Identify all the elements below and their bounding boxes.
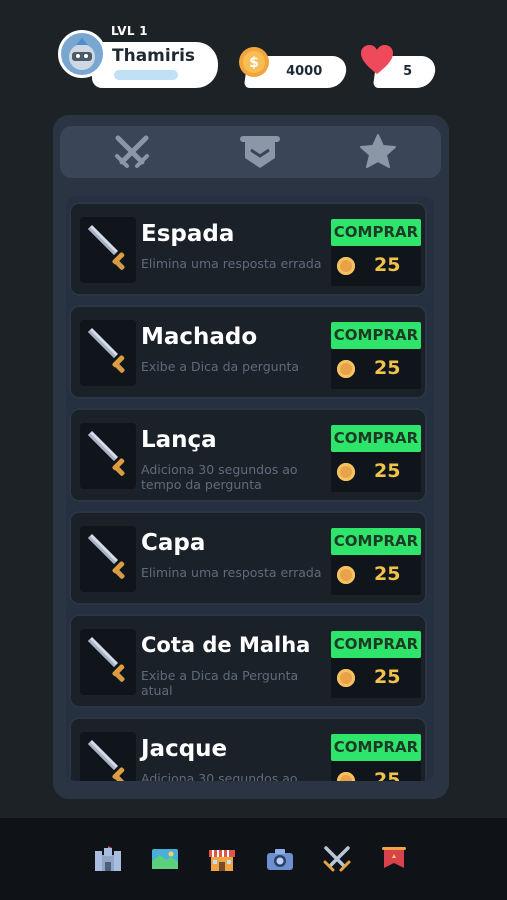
- sword-icon: [88, 637, 125, 682]
- nav-map[interactable]: [151, 846, 179, 872]
- tab-armor[interactable]: [238, 132, 280, 172]
- shop-item: Lança Adiciona 30 segundos ao tempo da p…: [69, 408, 427, 502]
- item-price: 25: [374, 666, 401, 688]
- tab-weapons[interactable]: [112, 132, 152, 172]
- heart-icon: [361, 45, 393, 74]
- item-icon-box: [80, 629, 136, 695]
- shop-item: Jacque Adiciona 30 segundos ao COMPRAR 2…: [69, 717, 427, 781]
- sword-icon: [88, 740, 125, 781]
- item-description: Exibe a Dica da pergunta: [141, 359, 300, 374]
- sword-icon: [88, 225, 125, 270]
- shop-item: Machado Exibe a Dica da pergunta COMPRAR…: [69, 305, 427, 399]
- item-description: Elimina uma resposta errada: [141, 256, 322, 271]
- buy-button[interactable]: COMPRAR: [331, 734, 421, 761]
- nav-castle[interactable]: [94, 846, 122, 872]
- item-description: Adiciona 30 segundos ao: [141, 771, 298, 781]
- star-icon: [360, 134, 396, 168]
- xp-bar: [114, 70, 178, 80]
- item-name: Jacque: [141, 736, 228, 762]
- item-price: 25: [374, 769, 401, 781]
- item-icon-box: [80, 526, 136, 592]
- item-price: 25: [374, 563, 401, 585]
- coin-icon: [337, 463, 355, 481]
- nav-guild[interactable]: [380, 846, 408, 872]
- level-label: LVL 1: [111, 24, 148, 38]
- price-box: 25: [331, 555, 421, 595]
- sword-icon: [88, 328, 125, 373]
- nav-shop[interactable]: [208, 846, 236, 872]
- nav-camera[interactable]: [266, 846, 294, 872]
- crossed-swords-icon: [323, 846, 351, 872]
- camera-icon: [267, 849, 293, 870]
- item-description: Adiciona 30 segundos ao tempo da pergunt…: [141, 462, 298, 492]
- item-icon-box: [80, 423, 136, 489]
- coin-icon: [337, 772, 355, 781]
- buy-button[interactable]: COMPRAR: [331, 322, 421, 349]
- player-name: Thamiris: [112, 46, 196, 66]
- item-description: Exibe a Dica da Pergunta atual: [141, 668, 299, 698]
- price-box: 25: [331, 452, 421, 492]
- coin-icon: [337, 360, 355, 378]
- knight-helmet-icon: [69, 38, 95, 70]
- sword-icon: [88, 431, 125, 476]
- shield-banner-icon: [240, 136, 280, 168]
- item-name: Espada: [141, 221, 235, 247]
- coin-icon: [337, 257, 355, 275]
- coin-icon: $: [239, 47, 269, 77]
- coin-icon: [337, 669, 355, 687]
- item-price: 25: [374, 460, 401, 482]
- item-name: Cota de Malha: [141, 633, 311, 657]
- map-icon: [152, 849, 178, 869]
- item-icon-box: [80, 217, 136, 283]
- item-price: 25: [374, 254, 401, 276]
- buy-button[interactable]: COMPRAR: [331, 219, 421, 246]
- buy-button[interactable]: COMPRAR: [331, 631, 421, 658]
- shop-item: Cota de Malha Exibe a Dica da Pergunta a…: [69, 614, 427, 708]
- top-header: LVL 1 Thamiris 4000 $ 5: [0, 0, 507, 110]
- player-name-plate[interactable]: Thamiris: [92, 42, 218, 88]
- shop-item-list[interactable]: Espada Elimina uma resposta errada COMPR…: [66, 196, 434, 781]
- shop-tabs: [60, 126, 441, 178]
- item-icon-box: [80, 732, 136, 781]
- price-box: 25: [331, 761, 421, 781]
- banner-icon: [382, 847, 406, 868]
- buy-button[interactable]: COMPRAR: [331, 425, 421, 452]
- coin-icon: [337, 566, 355, 584]
- tab-special[interactable]: [358, 132, 398, 172]
- item-name: Capa: [141, 530, 206, 556]
- price-box: 25: [331, 349, 421, 389]
- price-box: 25: [331, 246, 421, 286]
- castle-icon: [95, 846, 121, 871]
- sword-icon: [88, 534, 125, 579]
- shop-item: Espada Elimina uma resposta errada COMPR…: [69, 202, 427, 296]
- lives-value: 5: [403, 64, 413, 79]
- crossed-swords-icon: [115, 135, 149, 168]
- buy-button[interactable]: COMPRAR: [331, 528, 421, 555]
- item-price: 25: [374, 357, 401, 379]
- bottom-nav: [0, 818, 507, 900]
- item-description: Elimina uma resposta errada: [141, 565, 322, 580]
- item-icon-box: [80, 320, 136, 386]
- shop-icon: [209, 850, 235, 871]
- avatar[interactable]: [58, 30, 106, 78]
- nav-battle[interactable]: [323, 846, 351, 872]
- item-name: Lança: [141, 427, 217, 453]
- shop-item: Capa Elimina uma resposta errada COMPRAR…: [69, 511, 427, 605]
- price-box: 25: [331, 658, 421, 698]
- svg-text:$: $: [249, 55, 259, 71]
- coins-value: 4000: [286, 64, 323, 79]
- item-name: Machado: [141, 324, 258, 350]
